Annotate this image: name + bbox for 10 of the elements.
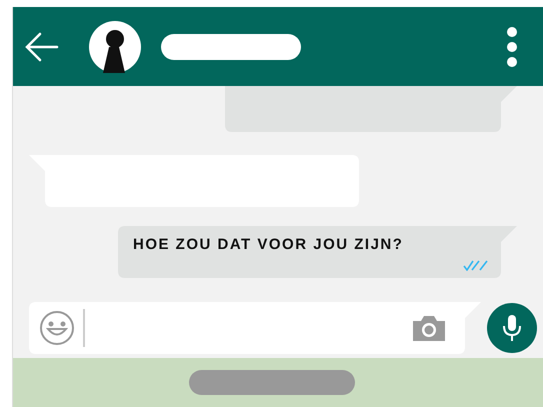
message-text: HOE ZOU DAT VOOR JOU ZIJN? [132,235,404,253]
camera-icon[interactable] [411,313,447,343]
microphone-icon [502,314,522,342]
menu-icon[interactable] [505,26,519,68]
back-arrow-icon[interactable] [25,32,59,62]
smiley-icon[interactable] [39,310,75,346]
avatar[interactable] [89,20,141,72]
home-indicator[interactable] [189,370,355,395]
message-input-bar[interactable] [29,302,481,354]
microphone-button[interactable] [487,303,537,353]
